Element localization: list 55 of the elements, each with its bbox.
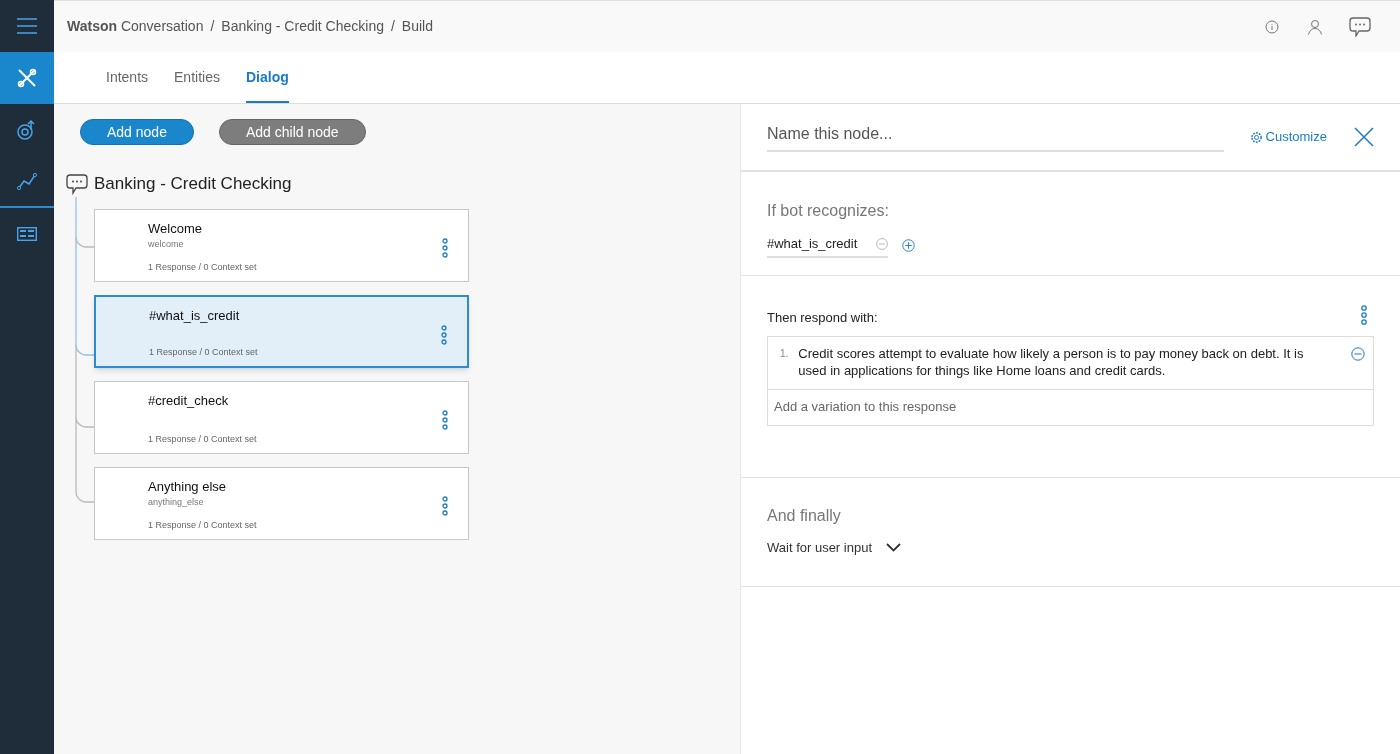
menu-icon[interactable] bbox=[17, 18, 37, 34]
breadcrumb-link[interactable]: Banking - Credit Checking bbox=[221, 16, 384, 37]
info-icon[interactable] bbox=[1265, 19, 1279, 34]
overflow-menu-icon[interactable] bbox=[1360, 304, 1368, 325]
workspace-title: Banking - Credit Checking bbox=[94, 173, 292, 195]
line-graph-icon[interactable] bbox=[17, 172, 37, 190]
chevron-down-icon bbox=[886, 543, 901, 553]
response-number: 1. bbox=[780, 346, 789, 361]
close-icon[interactable] bbox=[1354, 127, 1374, 147]
tab[interactable]: Intents bbox=[106, 52, 149, 103]
node-title: #credit_check bbox=[148, 391, 229, 410]
node-summary: 1 Response / 0 Context set bbox=[148, 433, 257, 446]
breadcrumb-link[interactable]: Watson Conversation bbox=[67, 16, 204, 37]
breadcrumb-link[interactable]: Build bbox=[401, 16, 433, 37]
response-text[interactable]: Credit scores attempt to evaluate how likely a person is to pay money back on debt. It is used in applications for things like Home loans and credit cards. bbox=[798, 344, 1319, 379]
node-condition: anything_else bbox=[148, 496, 204, 508]
overflow-menu-icon[interactable] bbox=[442, 237, 448, 258]
dialog-node-card[interactable]: Welcome welcome 1 Response / 0 Context set bbox=[94, 208, 469, 282]
overflow-menu-icon[interactable] bbox=[441, 324, 447, 345]
node-title: Anything else bbox=[148, 477, 227, 496]
wait-dropdown[interactable]: Wait for user input bbox=[767, 538, 901, 558]
settings-icon bbox=[1249, 130, 1263, 144]
condition-field[interactable]: #what_is_credit bbox=[767, 234, 858, 254]
nav-item[interactable] bbox=[0, 52, 54, 104]
variation-field[interactable]: Add a variation to this response bbox=[768, 389, 1373, 425]
breadcrumb-separator: / bbox=[390, 17, 395, 36]
chat-icon[interactable] bbox=[1349, 16, 1371, 37]
dialog-node-card[interactable]: #what_is_credit 1 Response / 0 Context set bbox=[94, 294, 469, 368]
overflow-menu-icon[interactable] bbox=[442, 495, 448, 516]
add-icon[interactable] bbox=[902, 239, 915, 253]
overflow-menu-icon[interactable] bbox=[442, 409, 448, 430]
breadcrumb-separator: / bbox=[210, 17, 215, 36]
remove-icon[interactable] bbox=[1351, 346, 1365, 361]
dashboard-icon[interactable] bbox=[17, 227, 37, 241]
node-summary: 1 Response / 0 Context set bbox=[148, 519, 257, 532]
section-heading: Then respond with: bbox=[767, 309, 878, 327]
node-title: #what_is_credit bbox=[149, 306, 240, 325]
section-heading: And finally bbox=[767, 506, 842, 526]
target-icon[interactable] bbox=[17, 119, 37, 141]
tab[interactable]: Entities bbox=[174, 52, 220, 103]
node-summary: 1 Response / 0 Context set bbox=[149, 346, 258, 359]
tab[interactable]: Dialog bbox=[245, 52, 289, 103]
dialog-node-card[interactable]: Anything else anything_else 1 Response / 0 Context set bbox=[94, 466, 469, 540]
node-name-field[interactable]: Name this node... bbox=[767, 122, 1224, 152]
add-child-button[interactable]: Add child node bbox=[218, 119, 366, 145]
customize-button[interactable]: Customize bbox=[1249, 127, 1327, 147]
node-condition: welcome bbox=[148, 238, 184, 250]
user-icon[interactable] bbox=[1307, 18, 1323, 35]
node-title: Welcome bbox=[148, 219, 202, 238]
add-node-button[interactable]: Add node bbox=[80, 119, 194, 145]
dialog-node-card[interactable]: #credit_check 1 Response / 0 Context set bbox=[94, 380, 469, 454]
tools-icon[interactable] bbox=[17, 68, 37, 88]
chat-icon bbox=[66, 172, 88, 195]
node-summary: 1 Response / 0 Context set bbox=[148, 261, 257, 274]
section-heading: If bot recognizes: bbox=[767, 201, 890, 221]
